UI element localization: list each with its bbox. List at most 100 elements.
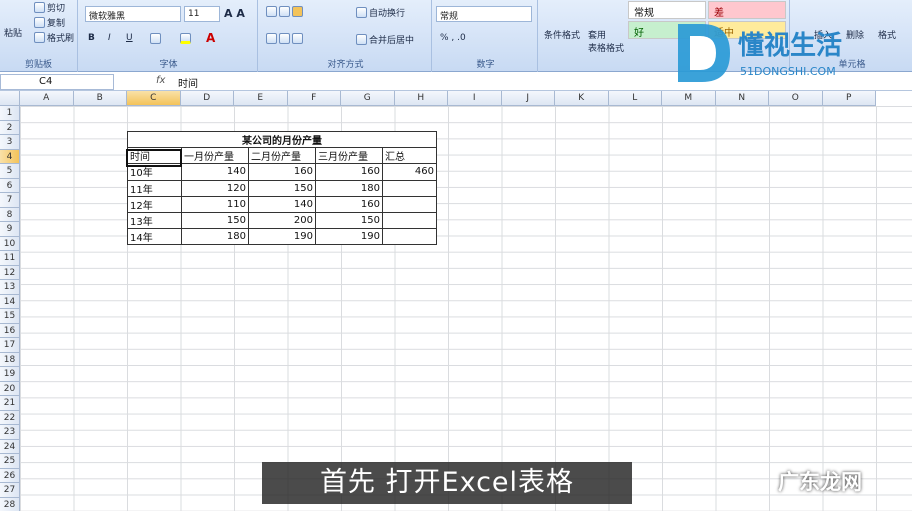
row-header-18[interactable]: 18 [0,352,20,367]
table-cell[interactable]: 140 [248,195,316,213]
table-cell[interactable]: 12年 [127,195,182,213]
row-header-11[interactable]: 11 [0,251,20,266]
format-button[interactable]: 格式 [878,28,896,41]
row-header-27[interactable]: 27 [0,483,20,498]
row-header-5[interactable]: 5 [0,164,20,179]
italic-button[interactable]: I [108,33,111,43]
table-cell[interactable] [382,211,437,230]
table-cell[interactable]: 150 [181,211,249,230]
paste-button[interactable]: 粘贴 [4,26,22,39]
table-cell[interactable]: 160 [248,163,316,181]
column-header-b[interactable]: B [73,91,127,106]
row-header-23[interactable]: 23 [0,425,20,440]
table-cell[interactable]: 13年 [127,211,182,230]
column-header-d[interactable]: D [180,91,234,106]
style-normal[interactable]: 常规 [628,1,706,19]
font-name-select[interactable]: 微软雅黑 [85,6,181,22]
align-top-button[interactable] [266,6,303,17]
row-header-15[interactable]: 15 [0,309,20,324]
column-header-n[interactable]: N [715,91,769,106]
row-header-28[interactable]: 28 [0,497,20,511]
table-cell[interactable]: 160 [315,195,383,213]
bold-button[interactable]: B [88,33,95,43]
row-header-2[interactable]: 2 [0,120,20,135]
row-header-7[interactable]: 7 [0,193,20,208]
row-header-4[interactable]: 4 [0,149,20,164]
table-cell[interactable]: 150 [248,179,316,197]
fill-color-button[interactable] [180,33,191,44]
border-button[interactable] [150,33,161,44]
table-cell[interactable]: 150 [315,211,383,230]
column-header-i[interactable]: I [448,91,502,106]
column-header-c[interactable]: C [127,91,181,106]
header-cell[interactable]: 一月份产量 [181,147,249,165]
table-cell[interactable]: 11年 [127,179,182,197]
row-header-20[interactable]: 20 [0,381,20,396]
header-cell[interactable]: 三月份产量 [315,147,383,165]
table-cell[interactable]: 460 [382,163,437,181]
select-all-corner[interactable] [0,91,20,106]
header-cell[interactable]: 汇总 [382,147,437,165]
column-header-a[interactable]: A [20,91,74,106]
column-header-m[interactable]: M [662,91,716,106]
row-header-1[interactable]: 1 [0,106,20,121]
underline-button[interactable]: U [126,33,133,43]
percent-button[interactable]: % , .0 [440,33,466,43]
column-header-e[interactable]: E [234,91,288,106]
conditional-format-button[interactable]: 条件格式 [544,28,580,41]
table-cell[interactable]: 190 [248,228,316,246]
font-color-button[interactable]: A [206,31,215,45]
cut-button[interactable]: 剪切 [34,1,65,14]
table-cell[interactable]: 180 [181,228,249,246]
row-header-8[interactable]: 8 [0,207,20,222]
table-format-button[interactable]: 套用 表格格式 [588,28,624,54]
row-header-12[interactable]: 12 [0,265,20,280]
row-header-13[interactable]: 13 [0,280,20,295]
table-title[interactable]: 某公司的月份产量 [127,130,437,149]
name-box[interactable]: C4 [0,74,114,90]
row-header-17[interactable]: 17 [0,338,20,353]
column-header-l[interactable]: L [608,91,662,106]
table-cell[interactable]: 180 [315,179,383,197]
table-cell[interactable] [382,228,437,246]
row-header-21[interactable]: 21 [0,396,20,411]
row-header-6[interactable]: 6 [0,178,20,193]
row-header-19[interactable]: 19 [0,367,20,382]
column-header-j[interactable]: J [501,91,555,106]
row-header-3[interactable]: 3 [0,135,20,150]
column-header-p[interactable]: P [822,91,876,106]
column-header-o[interactable]: O [769,91,823,106]
row-header-25[interactable]: 25 [0,454,20,469]
grow-font-button[interactable]: A A [224,7,245,20]
align-left-button[interactable] [266,33,303,44]
copy-button[interactable]: 复制 [34,16,65,29]
table-cell[interactable] [382,195,437,213]
style-bad[interactable]: 差 [708,1,786,19]
formula-input[interactable]: 时间 [178,75,198,90]
number-format-select[interactable]: 常规 [436,6,532,22]
row-header-14[interactable]: 14 [0,294,20,309]
fx-icon[interactable]: fx [156,75,165,86]
table-cell[interactable]: 140 [181,163,249,181]
table-cell[interactable]: 110 [181,195,249,213]
column-header-k[interactable]: K [555,91,609,106]
active-cell-c4[interactable] [126,149,182,167]
table-cell[interactable]: 120 [181,179,249,197]
column-header-g[interactable]: G [341,91,395,106]
table-cell[interactable]: 160 [315,163,383,181]
table-cell[interactable]: 190 [315,228,383,246]
row-header-16[interactable]: 16 [0,323,20,338]
row-header-26[interactable]: 26 [0,468,20,483]
format-painter-button[interactable]: 格式刷 [34,31,74,44]
row-header-9[interactable]: 9 [0,222,20,237]
row-header-24[interactable]: 24 [0,439,20,454]
table-cell[interactable]: 200 [248,211,316,230]
row-header-22[interactable]: 22 [0,410,20,425]
table-cell[interactable]: 14年 [127,228,182,246]
table-cell[interactable] [382,179,437,197]
row-header-10[interactable]: 10 [0,236,20,251]
wrap-text-button[interactable]: 自动换行 [356,6,405,19]
merge-center-button[interactable]: 合并后居中 [356,33,414,46]
font-size-select[interactable]: 11 [184,6,220,22]
column-header-f[interactable]: F [287,91,341,106]
